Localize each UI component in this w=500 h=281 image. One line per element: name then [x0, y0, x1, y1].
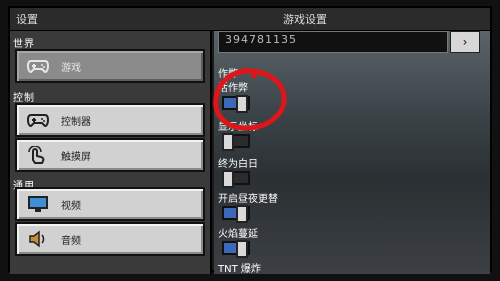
toggle-knob — [236, 95, 248, 113]
always-day-toggle[interactable] — [222, 170, 250, 188]
tnt-explodes-label: TNT 爆炸 — [218, 264, 261, 274]
show-coordinates-label: 显示坐标 — [218, 122, 258, 133]
monitor-icon — [27, 195, 49, 213]
sidebar-item-touchscreen[interactable]: 触摸屏 — [15, 138, 205, 172]
activate-cheats-toggle[interactable] — [222, 95, 250, 113]
sidebar-item-video[interactable]: 视频 — [15, 187, 205, 221]
sidebar: 世界 游戏 控制 控制器 触摸屏 通用 视频 — [10, 31, 212, 274]
sidebar-item-game[interactable]: 游戏 — [15, 49, 205, 83]
page-title: 游戏设置 — [283, 13, 327, 26]
toggle-knob — [222, 170, 234, 188]
toggle-knob — [222, 133, 234, 151]
settings-content: 394781135 › 作弊 活作弊 显示坐标 终为白日 开启昼夜更替 火焰蔓延… — [214, 31, 490, 274]
seed-field[interactable]: 394781135 — [218, 31, 448, 53]
fire-spreads-label: 火焰蔓延 — [218, 229, 258, 240]
toggle-knob — [236, 240, 248, 258]
sidebar-item-label: 控制器 — [61, 116, 91, 128]
sidebar-item-label: 游戏 — [61, 62, 81, 74]
toggle-knob — [236, 205, 248, 223]
sidebar-item-controller[interactable]: 控制器 — [15, 103, 205, 137]
sidebar-item-audio[interactable]: 音频 — [15, 222, 205, 256]
touch-icon — [27, 146, 49, 164]
seed-action-button[interactable]: › — [450, 31, 480, 53]
sidebar-item-label: 音频 — [61, 235, 81, 247]
settings-window: 设置 游戏设置 世界 游戏 控制 控制器 触摸屏 通用 — [8, 6, 492, 274]
gamepad-icon — [27, 57, 49, 75]
show-coordinates-toggle[interactable] — [222, 133, 250, 151]
settings-title: 设置 — [16, 13, 38, 26]
title-bar: 设置 游戏设置 — [10, 8, 490, 31]
fire-spreads-toggle[interactable] — [222, 240, 250, 258]
daylight-cycle-toggle[interactable] — [222, 205, 250, 223]
chevron-right-icon: › — [462, 35, 468, 49]
cheats-heading: 作弊 — [218, 69, 238, 80]
always-day-label: 终为白日 — [218, 159, 258, 170]
speaker-icon — [27, 230, 49, 248]
sidebar-item-label: 触摸屏 — [61, 151, 91, 163]
seed-value: 394781135 — [225, 33, 297, 46]
gamepad-icon — [27, 111, 49, 129]
daylight-cycle-label: 开启昼夜更替 — [218, 194, 278, 205]
section-controls: 控制 — [13, 93, 35, 104]
section-world: 世界 — [13, 39, 35, 50]
activate-cheats-label: 活作弊 — [218, 83, 248, 94]
sidebar-item-label: 视频 — [61, 200, 81, 212]
